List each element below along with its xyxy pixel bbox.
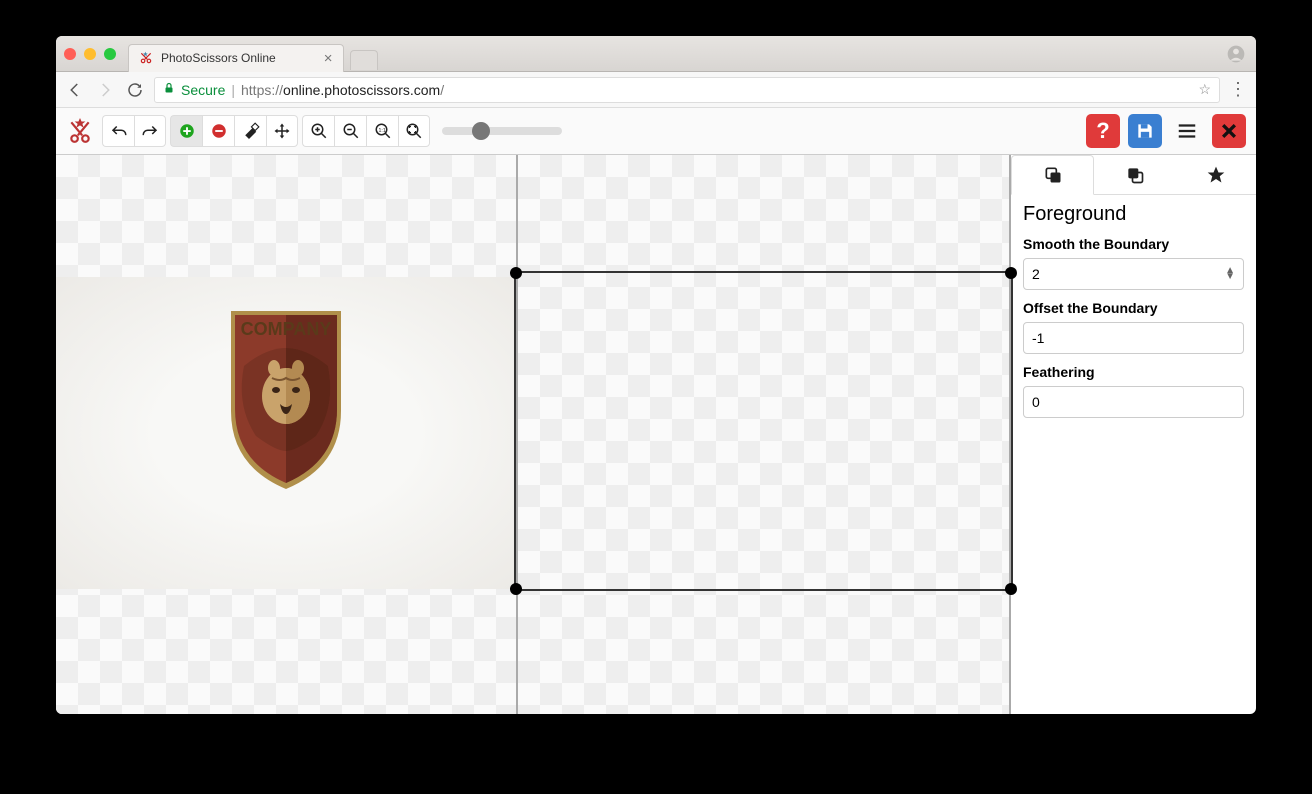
new-tab-button[interactable] [350, 50, 378, 70]
smooth-select[interactable]: 2 ▲▼ [1023, 258, 1244, 290]
tab-foreground[interactable] [1011, 155, 1094, 195]
move-button[interactable] [266, 115, 298, 147]
result-pane [518, 155, 1011, 714]
lock-icon [163, 81, 175, 98]
secure-label: Secure [181, 82, 225, 98]
foreground-panel: Foreground Smooth the Boundary 2 ▲▼ Offs… [1011, 195, 1256, 426]
zoom-fit-button[interactable] [398, 115, 430, 147]
tab-title: PhotoScissors Online [161, 51, 276, 65]
crop-handle-br[interactable] [1005, 583, 1017, 595]
zoom-actual-button[interactable]: 1:1 [366, 115, 398, 147]
smooth-label: Smooth the Boundary [1023, 236, 1244, 252]
redo-button[interactable] [134, 115, 166, 147]
original-pane: COMPANY [56, 155, 518, 714]
slider-thumb[interactable] [472, 122, 490, 140]
crop-rectangle[interactable] [514, 271, 1013, 591]
crop-handle-tr[interactable] [1005, 267, 1017, 279]
app-logo-icon [66, 117, 94, 145]
bookmark-star-icon[interactable]: ☆ [1198, 81, 1211, 98]
sidebar-tabs [1011, 155, 1256, 195]
offset-input[interactable]: -1 [1023, 322, 1244, 354]
maximize-window-button[interactable] [104, 48, 116, 60]
close-tab-icon[interactable]: × [324, 50, 333, 67]
profile-icon[interactable] [1226, 44, 1246, 64]
url-field[interactable]: Secure | https://online.photoscissors.co… [154, 77, 1220, 103]
help-button[interactable]: ? [1086, 114, 1120, 148]
tab-background[interactable] [1094, 155, 1175, 194]
svg-text:COMPANY: COMPANY [241, 319, 332, 339]
eraser-button[interactable] [234, 115, 266, 147]
minimize-window-button[interactable] [84, 48, 96, 60]
source-image[interactable]: COMPANY [56, 277, 516, 589]
close-window-button[interactable] [64, 48, 76, 60]
back-button[interactable] [64, 79, 86, 101]
url-host: online.photoscissors.com [283, 82, 440, 98]
chevron-updown-icon: ▲▼ [1225, 268, 1235, 280]
undo-button[interactable] [102, 115, 134, 147]
browser-menu-icon[interactable]: ⋮ [1228, 79, 1248, 100]
tab-effects[interactable] [1175, 155, 1256, 194]
browser-window: PhotoScissors Online × Secure | https://… [56, 36, 1256, 714]
url-protocol: https:// [241, 82, 283, 98]
zoom-out-button[interactable] [334, 115, 366, 147]
marker-group [170, 115, 298, 147]
forward-button[interactable] [94, 79, 116, 101]
window-controls [64, 48, 116, 60]
brush-size-slider[interactable] [442, 127, 582, 135]
sidebar: Foreground Smooth the Boundary 2 ▲▼ Offs… [1011, 155, 1256, 714]
feather-label: Feathering [1023, 364, 1244, 380]
svg-text:1:1: 1:1 [378, 128, 385, 134]
browser-tab[interactable]: PhotoScissors Online × [128, 44, 344, 72]
zoom-in-button[interactable] [302, 115, 334, 147]
reload-button[interactable] [124, 79, 146, 101]
remove-marker-button[interactable] [202, 115, 234, 147]
url-path: / [440, 82, 444, 98]
save-button[interactable] [1128, 114, 1162, 148]
offset-label: Offset the Boundary [1023, 300, 1244, 316]
zoom-group: 1:1 [302, 115, 430, 147]
tab-bar: PhotoScissors Online × [56, 36, 1256, 72]
app-toolbar: 1:1 ? [56, 108, 1256, 154]
workspace: COMPANY [56, 154, 1256, 714]
panel-heading: Foreground [1023, 203, 1244, 226]
crop-handle-bl[interactable] [510, 583, 522, 595]
favicon-scissors-icon [139, 51, 153, 65]
feather-input[interactable]: 0 [1023, 386, 1244, 418]
address-bar: Secure | https://online.photoscissors.co… [56, 72, 1256, 108]
close-button[interactable] [1212, 114, 1246, 148]
company-logo: COMPANY [221, 301, 351, 491]
hamburger-menu-icon[interactable] [1170, 114, 1204, 148]
add-marker-button[interactable] [170, 115, 202, 147]
crop-handle-tl[interactable] [510, 267, 522, 279]
undo-redo-group [102, 115, 166, 147]
